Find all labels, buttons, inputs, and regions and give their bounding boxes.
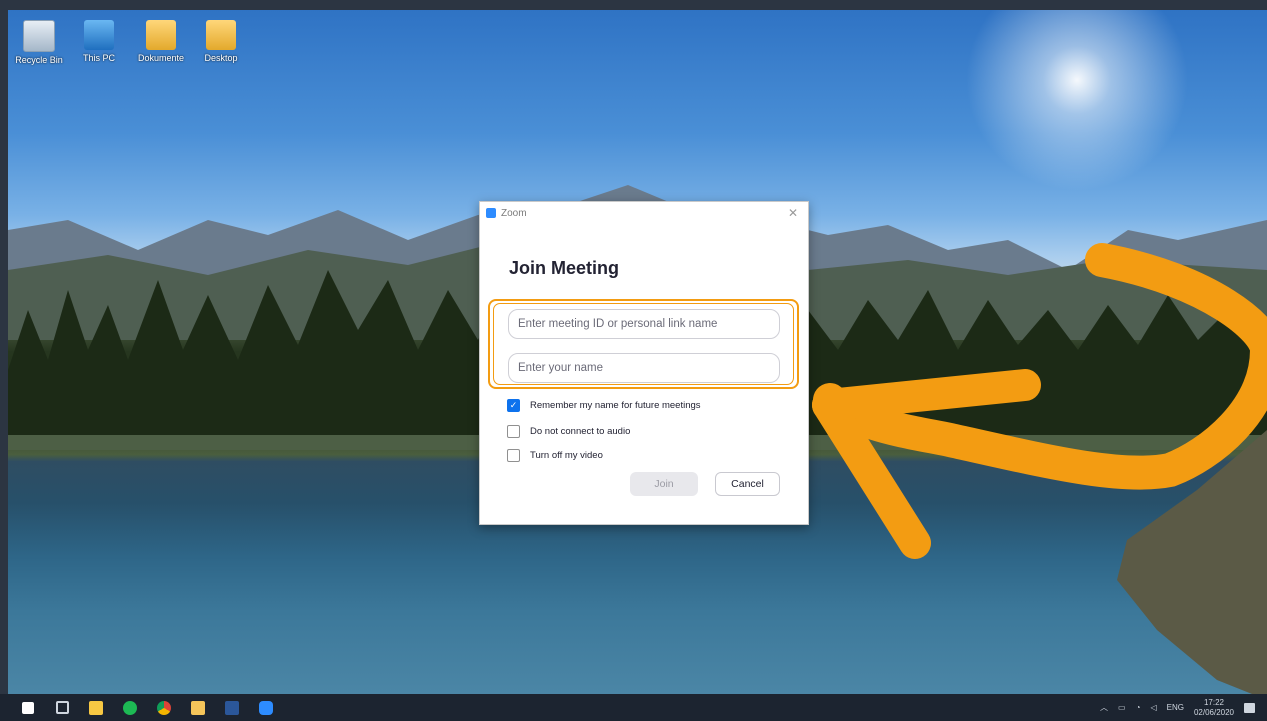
chevron-up-icon[interactable]: ︿	[1100, 702, 1108, 713]
folder-icon	[146, 20, 176, 50]
sun-glare	[947, 10, 1207, 190]
file-explorer-icon[interactable]	[191, 700, 205, 715]
task-view-icon[interactable]	[56, 701, 69, 714]
spotify-icon[interactable]	[123, 700, 137, 715]
zoom-join-dialog: Zoom ✕ Join Meeting Enter meeting ID or …	[479, 201, 809, 525]
wifi-icon[interactable]: ◔	[1136, 703, 1141, 712]
meeting-id-input[interactable]: Enter meeting ID or personal link name	[508, 309, 780, 339]
clock-time: 17:22	[1203, 697, 1224, 707]
start-windows-icon[interactable]	[22, 701, 34, 714]
desktop-icon-this-pc[interactable]: This PC	[68, 16, 130, 63]
battery-icon[interactable]: ▭	[1118, 703, 1126, 712]
dialog-titlebar: Zoom	[480, 202, 808, 224]
chrome-icon[interactable]	[157, 700, 171, 715]
join-meeting-heading: Join Meeting	[509, 258, 620, 278]
zoom-taskbar-icon[interactable]	[259, 700, 273, 715]
system-tray: ︿ ▭ ◔ ◁ ENG 17:22 02/06/2020	[1100, 694, 1255, 721]
close-icon[interactable]: ✕	[788, 206, 798, 220]
volume-icon[interactable]: ◁	[1150, 703, 1156, 712]
computer-icon	[84, 20, 114, 50]
join-button[interactable]: Join	[630, 472, 698, 496]
notifications-icon[interactable]	[1244, 702, 1255, 713]
dialog-title: Zoom	[501, 207, 527, 219]
word-icon[interactable]	[225, 700, 239, 715]
remember-name-label: Remember my name for future meetings	[530, 400, 701, 411]
your-name-input[interactable]: Enter your name	[508, 353, 780, 383]
desktop-icon-label: Recycle Bin	[15, 55, 63, 65]
annotation-arrow-graphic	[812, 243, 1267, 559]
video-off-checkbox[interactable]	[507, 449, 520, 462]
no-audio-option[interactable]: Do not connect to audio	[507, 425, 630, 438]
sticky-notes-icon[interactable]	[89, 700, 103, 715]
remember-name-option[interactable]: ✓ Remember my name for future meetings	[507, 399, 701, 412]
desktop-icon-documents[interactable]: Dokumente	[130, 16, 192, 63]
desktop-icon-label: Dokumente	[137, 53, 185, 63]
folder-icon	[206, 20, 236, 50]
remember-name-checkbox[interactable]: ✓	[507, 399, 520, 412]
video-off-label: Turn off my video	[530, 450, 603, 461]
video-off-option[interactable]: Turn off my video	[507, 449, 603, 462]
desktop-icon-label: This PC	[82, 53, 115, 63]
language-indicator[interactable]: ENG	[1167, 703, 1184, 712]
desktop-icon-label: Desktop	[204, 53, 238, 63]
recycle-bin-icon	[23, 20, 55, 52]
desktop-icon-desktop[interactable]: Desktop	[190, 16, 252, 63]
cancel-button[interactable]: Cancel	[715, 472, 780, 496]
clock-date: 02/06/2020	[1193, 707, 1234, 717]
meeting-id-placeholder: Enter meeting ID or personal link name	[518, 318, 718, 330]
clock[interactable]: 17:22 02/06/2020	[1194, 698, 1234, 718]
your-name-placeholder: Enter your name	[518, 362, 604, 374]
no-audio-label: Do not connect to audio	[530, 426, 631, 437]
no-audio-checkbox[interactable]	[507, 425, 520, 438]
taskbar: ︿ ▭ ◔ ◁ ENG 17:22 02/06/2020	[0, 694, 1267, 721]
zoom-logo-icon	[486, 208, 496, 218]
desktop-icon-recycle-bin[interactable]: Recycle Bin	[8, 16, 70, 65]
